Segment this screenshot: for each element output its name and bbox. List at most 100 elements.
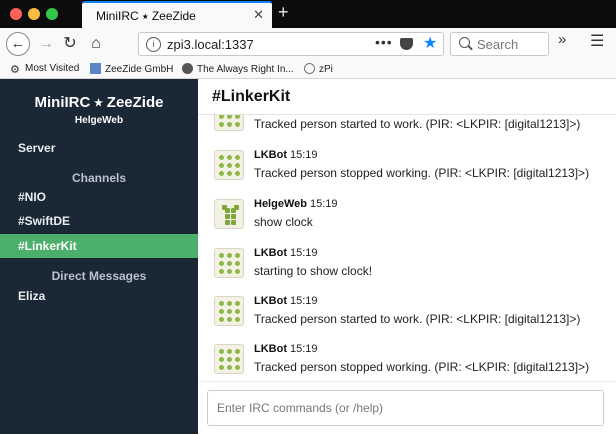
irc-command-input[interactable] (207, 390, 604, 426)
gear-icon: ⚙ (10, 64, 20, 76)
message-nick: LKBot (254, 295, 287, 307)
avatar-dot (235, 349, 240, 354)
avatar-dot (227, 301, 232, 306)
browser-tab-bar: MiniIRC ⭑ ZeeZide ✕ + (0, 0, 616, 28)
pocket-icon[interactable] (400, 38, 413, 50)
avatar-dot (235, 253, 240, 258)
avatar-dot (219, 269, 224, 274)
avatar-dot (235, 115, 240, 119)
avatar-dot (231, 214, 236, 219)
message: LKBot 15:19 Tracked person stopped workin… (198, 342, 616, 381)
avatar-dot (235, 269, 240, 274)
avatar-dot (219, 365, 224, 370)
sidebar-item-linkerkit[interactable]: #LinkerKit (0, 234, 198, 258)
bookmark-star-icon[interactable]: ★ (423, 33, 437, 53)
message-text: Tracked person stopped working. (PIR: <L… (254, 166, 590, 180)
bot-avatar-icon (214, 248, 244, 278)
forward-icon[interactable]: → (34, 32, 58, 56)
url-text: zpi3.local:1337 (167, 37, 254, 52)
avatar-dot (219, 261, 224, 266)
new-tab-icon[interactable]: + (278, 2, 289, 23)
avatar-dot (235, 122, 240, 127)
avatar-dot (219, 163, 224, 168)
hamburger-menu-icon[interactable]: ☰ (590, 31, 604, 51)
avatar-dot (227, 261, 232, 266)
avatar-dot (227, 317, 232, 322)
browser-tab[interactable]: MiniIRC ⭑ ZeeZide ✕ (82, 1, 272, 28)
channels-header: Channels (71, 171, 126, 185)
message-time: 15:19 (290, 247, 318, 259)
avatar-dot (225, 214, 230, 219)
message-list: Tracked person started to work. (PIR: <L… (198, 115, 616, 381)
minimize-window-button[interactable] (28, 8, 40, 20)
input-bar (198, 381, 616, 435)
avatar-dot (227, 115, 232, 119)
avatar-dot (225, 220, 230, 225)
message: LKBot 15:19 Tracked person stopped workin… (198, 148, 616, 196)
avatar-dot (219, 317, 224, 322)
avatar-dot (235, 357, 240, 362)
avatar-dot (227, 309, 232, 314)
message-nick: LKBot (254, 343, 287, 355)
message-meta: HelgeWeb 15:19 (254, 198, 338, 210)
avatar-dot (222, 205, 227, 210)
avatar-dot (219, 122, 224, 127)
sidebar-item-server[interactable]: Server (0, 136, 198, 160)
message-meta: LKBot 15:19 (254, 343, 318, 355)
avatar-dot (235, 301, 240, 306)
avatar-dot (219, 357, 224, 362)
message: LKBot 15:19 starting to show clock! (198, 246, 616, 294)
message-meta: LKBot 15:19 (254, 247, 318, 259)
channel-title: #LinkerKit (212, 88, 291, 105)
avatar-dot (219, 171, 224, 176)
avatar-dot (219, 309, 224, 314)
avatar-dot (235, 365, 240, 370)
message-text: Tracked person started to work. (PIR: <L… (254, 117, 581, 131)
back-icon[interactable]: ← (6, 32, 30, 56)
overflow-icon[interactable]: » (558, 31, 566, 48)
info-icon[interactable]: i (146, 37, 161, 52)
avatar-dot (235, 261, 240, 266)
message-text: Tracked person stopped working. (PIR: <L… (254, 360, 590, 374)
avatar-dot (227, 122, 232, 127)
tab-title: MiniIRC ⭑ ZeeZide (96, 9, 196, 23)
message: LKBot 15:19 Tracked person started to wor… (198, 294, 616, 342)
avatar-dot (234, 205, 239, 210)
home-icon[interactable]: ⌂ (84, 32, 108, 56)
avatar-dot (227, 163, 232, 168)
avatar-dot (227, 357, 232, 362)
avatar-dot (235, 317, 240, 322)
avatar-dot (219, 301, 224, 306)
search-box[interactable]: Search (450, 32, 549, 56)
avatar-dot (235, 309, 240, 314)
direct-messages-header: Direct Messages (51, 269, 147, 283)
message-time: 15:19 (290, 343, 318, 355)
zoom-window-button[interactable] (46, 8, 58, 20)
close-window-button[interactable] (10, 8, 22, 20)
message-time: 15:19 (290, 149, 318, 161)
sidebar-item-eliza[interactable]: Eliza (0, 284, 198, 308)
bookmark-zpi[interactable]: zPi (304, 63, 333, 75)
page-actions-icon[interactable]: ••• (375, 34, 393, 50)
message-text: Tracked person started to work. (PIR: <L… (254, 312, 581, 326)
avatar-dot (227, 171, 232, 176)
message-nick: HelgeWeb (254, 198, 307, 210)
avatar-dot (227, 365, 232, 370)
bookmarks-bar: ⚙ Most Visited ZeeZide GmbH The Always Ri… (0, 60, 616, 79)
bookmark-always-right[interactable]: The Always Right In... (182, 63, 294, 75)
app-title: MiniIRC ⭑ ZeeZide (34, 94, 164, 111)
avatar-dot (227, 155, 232, 160)
bookmark-label: The Always Right In... (197, 64, 294, 75)
message-nick: LKBot (254, 247, 287, 259)
sidebar-item-swiftde[interactable]: #SwiftDE (0, 209, 198, 233)
message: Tracked person started to work. (PIR: <L… (198, 115, 616, 147)
reload-icon[interactable]: ↻ (58, 32, 82, 56)
bookmark-label: ZeeZide GmbH (105, 64, 174, 75)
bot-avatar-icon (214, 296, 244, 326)
sidebar: MiniIRC ⭑ ZeeZide HelgeWeb Server Channe… (0, 79, 198, 434)
url-bar[interactable]: i zpi3.local:1337 ••• ★ (138, 32, 444, 56)
sidebar-item-nio[interactable]: #NIO (0, 185, 198, 209)
close-tab-icon[interactable]: ✕ (253, 7, 264, 23)
bookmark-most-visited[interactable]: ⚙ Most Visited (10, 63, 79, 76)
bookmark-zeezide[interactable]: ZeeZide GmbH (90, 63, 173, 75)
